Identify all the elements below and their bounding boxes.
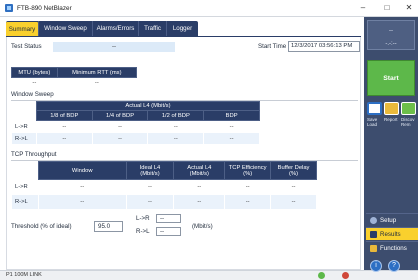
- start-button[interactable]: Start: [367, 60, 415, 96]
- start-time-label: Start Time: [258, 43, 287, 50]
- discover-label: Discov Rem: [401, 117, 415, 127]
- cell-value: --: [91, 120, 149, 133]
- cell-value: --: [37, 194, 127, 210]
- mtu-header: MTU (bytes): [11, 67, 58, 78]
- min-rtt-value: --: [56, 77, 138, 88]
- nav-functions-label: Functions: [380, 245, 407, 252]
- gear-icon: [370, 217, 377, 224]
- dock-value-1: --: [389, 28, 393, 34]
- nav-results-label: Results: [380, 231, 401, 238]
- corner-cell: [11, 161, 39, 180]
- cell-value: --: [125, 194, 175, 210]
- row-label: L->R: [11, 179, 39, 195]
- tab-summary[interactable]: Summary: [6, 22, 38, 37]
- window-sweep-group-header: Actual L4 (Mbit/s): [35, 101, 261, 111]
- close-button[interactable]: ✕: [402, 2, 416, 14]
- cell-value: --: [91, 132, 149, 145]
- info-button[interactable]: i: [370, 260, 382, 272]
- report-icon[interactable]: [384, 102, 399, 115]
- help-button[interactable]: ?: [388, 260, 400, 272]
- status-bar: P1 100M LINK: [0, 270, 418, 280]
- discover-icon[interactable]: [401, 102, 416, 115]
- results-icon: [370, 231, 377, 238]
- cell-value: --: [270, 179, 317, 195]
- cell-value: --: [224, 194, 272, 210]
- ws-col-1-4-bdp: 1/4 of BDP: [91, 110, 149, 121]
- tab-logger[interactable]: Logger: [166, 21, 198, 37]
- table-row: R->L -- -- -- --: [11, 132, 260, 145]
- window-sweep-title: Window Sweep: [11, 91, 54, 98]
- minimize-button[interactable]: –: [356, 2, 370, 14]
- window-title: FTB-890 NetBlazer: [17, 4, 72, 12]
- alarm-icon: [342, 272, 349, 279]
- tcp-throughput-title: TCP Throughput: [11, 151, 57, 158]
- threshold-rl-value: --: [156, 227, 181, 236]
- cell-value: --: [125, 179, 175, 195]
- threshold-unit: (Mbit/s): [192, 223, 213, 230]
- tab-traffic[interactable]: Traffic: [138, 21, 166, 37]
- min-rtt-header: Minimum RTT (ms): [56, 67, 138, 78]
- test-status-label: Test Status: [11, 43, 42, 50]
- tcp-col-window: Window: [37, 161, 127, 180]
- start-time-value: 12/3/2017 03:56:13 PM: [288, 41, 360, 52]
- mtu-value: --: [11, 77, 58, 88]
- tcp-col-ideal-l4: Ideal L4 (Mbit/s): [125, 161, 175, 180]
- row-label: L->R: [11, 120, 37, 133]
- cell-value: --: [203, 132, 260, 145]
- threshold-rl-label: R->L: [136, 228, 150, 235]
- cell-value: --: [147, 132, 205, 145]
- window-sweep-table: Actual L4 (Mbit/s) 1/8 of BDP 1/4 of BDP…: [11, 101, 261, 145]
- tcp-col-buffer-delay: Buffer Delay (%): [270, 161, 317, 180]
- threshold-lr-value: --: [156, 214, 181, 223]
- threshold-label: Threshold (% of ideal): [11, 223, 72, 230]
- row-label: R->L: [11, 194, 39, 210]
- tab-bar: Summary Window Sweep Alarms/Errors Traff…: [6, 21, 336, 37]
- nav-setup-label: Setup: [380, 217, 397, 224]
- cell-value: --: [35, 132, 93, 145]
- nav-results[interactable]: Results: [366, 227, 418, 240]
- tab-alarms-errors[interactable]: Alarms/Errors: [92, 21, 138, 37]
- cell-value: --: [35, 120, 93, 133]
- cell-value: --: [147, 120, 205, 133]
- link-status: P1 100M LINK: [6, 272, 42, 278]
- ws-col-1-8-bdp: 1/8 of BDP: [35, 110, 93, 121]
- cell-value: --: [37, 179, 127, 195]
- corner-cell: [11, 110, 37, 121]
- cell-value: --: [270, 194, 317, 210]
- maximize-button[interactable]: □: [380, 2, 394, 14]
- corner-cell: [11, 101, 37, 111]
- table-row: R->L -- -- -- -- --: [11, 194, 317, 210]
- row-label: R->L: [11, 132, 37, 145]
- table-row: L->R -- -- -- -- --: [11, 179, 317, 195]
- threshold-input[interactable]: 95.0: [94, 221, 123, 232]
- ws-col-bdp: BDP: [203, 110, 260, 121]
- ws-col-1-2-bdp: 1/2 of BDP: [147, 110, 205, 121]
- summary-panel: Test Status -- Start Time 12/3/2017 03:5…: [6, 37, 361, 270]
- threshold-lr-label: L->R: [136, 215, 150, 222]
- report-label: Report: [384, 117, 398, 122]
- tcp-col-actual-l4: Actual L4 (Mbit/s): [173, 161, 226, 180]
- app-icon: [5, 4, 13, 12]
- tab-window-sweep[interactable]: Window Sweep: [38, 21, 92, 37]
- nav-setup[interactable]: Setup: [366, 213, 418, 226]
- tab-strip: Summary Window Sweep Alarms/Errors Traff…: [6, 21, 198, 37]
- save-load-icon[interactable]: [367, 102, 382, 115]
- link-ok-icon: [318, 272, 325, 279]
- functions-icon: [370, 245, 377, 252]
- table-row: L->R -- -- -- --: [11, 120, 260, 133]
- save-load-label: Save Load: [367, 117, 378, 127]
- dock-value-2: -.-:--: [385, 41, 397, 47]
- tcp-throughput-table: Window Ideal L4 (Mbit/s) Actual L4 (Mbit…: [11, 161, 317, 210]
- cell-value: --: [173, 194, 226, 210]
- cell-value: --: [173, 179, 226, 195]
- title-bar: FTB-890 NetBlazer – □ ✕: [0, 0, 418, 17]
- test-status-value: --: [53, 42, 175, 52]
- tcp-col-efficiency: TCP Efficiency (%): [224, 161, 272, 180]
- cell-value: --: [203, 120, 260, 133]
- nav-functions[interactable]: Functions: [366, 241, 418, 254]
- mtu-rtt-table: MTU (bytes) Minimum RTT (ms) -- --: [11, 67, 138, 88]
- cell-value: --: [224, 179, 272, 195]
